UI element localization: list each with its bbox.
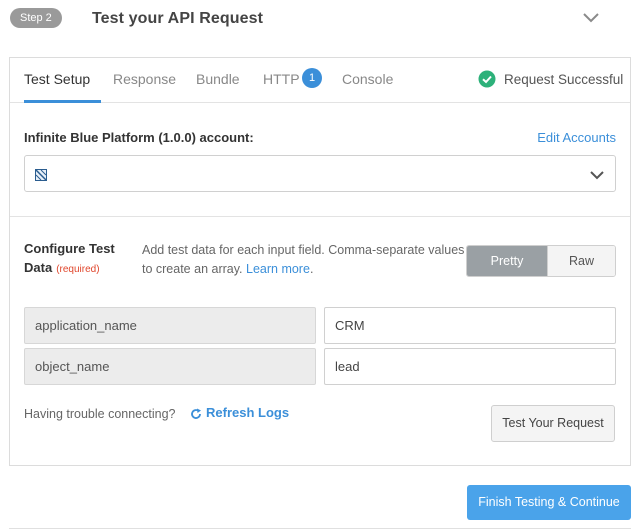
field-value-input[interactable]: lead bbox=[324, 348, 616, 385]
raw-toggle-button[interactable]: Raw bbox=[547, 246, 615, 276]
tab-console[interactable]: Console bbox=[342, 69, 393, 89]
chevron-down-icon[interactable] bbox=[580, 10, 602, 26]
http-count-badge: 1 bbox=[302, 68, 322, 88]
tab-test-setup[interactable]: Test Setup bbox=[24, 69, 90, 89]
format-toggle: Pretty Raw bbox=[466, 245, 616, 277]
learn-more-link[interactable]: Learn more bbox=[246, 262, 310, 276]
step-badge: Step 2 bbox=[10, 8, 62, 28]
step-header: Step 2 Test your API Request bbox=[0, 0, 640, 40]
field-row: object_name lead bbox=[24, 348, 616, 385]
tab-response[interactable]: Response bbox=[113, 69, 176, 89]
account-label: Infinite Blue Platform (1.0.0) account: bbox=[24, 130, 254, 145]
chevron-down-icon bbox=[589, 168, 605, 180]
refresh-logs-label: Refresh Logs bbox=[206, 405, 290, 420]
trouble-text: Having trouble connecting? bbox=[24, 407, 176, 421]
active-tab-indicator bbox=[24, 100, 101, 103]
field-key: object_name bbox=[24, 348, 316, 385]
test-request-button[interactable]: Test Your Request bbox=[491, 405, 615, 442]
pretty-toggle-button[interactable]: Pretty bbox=[467, 246, 547, 276]
configure-title: Configure Test Data (required) bbox=[24, 239, 124, 279]
test-card: Test Setup Response Bundle HTTP 1 Consol… bbox=[9, 57, 631, 466]
finish-testing-button[interactable]: Finish Testing & Continue bbox=[467, 485, 631, 520]
account-logo-icon bbox=[35, 168, 47, 181]
field-value-input[interactable]: CRM bbox=[324, 307, 616, 344]
tab-http[interactable]: HTTP bbox=[263, 69, 300, 89]
field-row: application_name CRM bbox=[24, 307, 616, 344]
tab-bar: Test Setup Response Bundle HTTP 1 Consol… bbox=[10, 58, 630, 103]
configure-description: Add test data for each input field. Comm… bbox=[142, 241, 468, 279]
learn-more-period: . bbox=[309, 262, 314, 276]
refresh-icon bbox=[190, 407, 202, 419]
check-circle-icon bbox=[478, 70, 496, 88]
step-title: Test your API Request bbox=[92, 10, 264, 27]
bottom-divider bbox=[9, 528, 631, 529]
section-divider bbox=[10, 216, 630, 217]
tab-bundle[interactable]: Bundle bbox=[196, 69, 240, 89]
edit-accounts-link[interactable]: Edit Accounts bbox=[537, 129, 616, 147]
status-text: Request Successful bbox=[504, 72, 624, 87]
account-select[interactable] bbox=[24, 155, 616, 192]
required-label: (required) bbox=[56, 264, 100, 275]
field-key: application_name bbox=[24, 307, 316, 344]
